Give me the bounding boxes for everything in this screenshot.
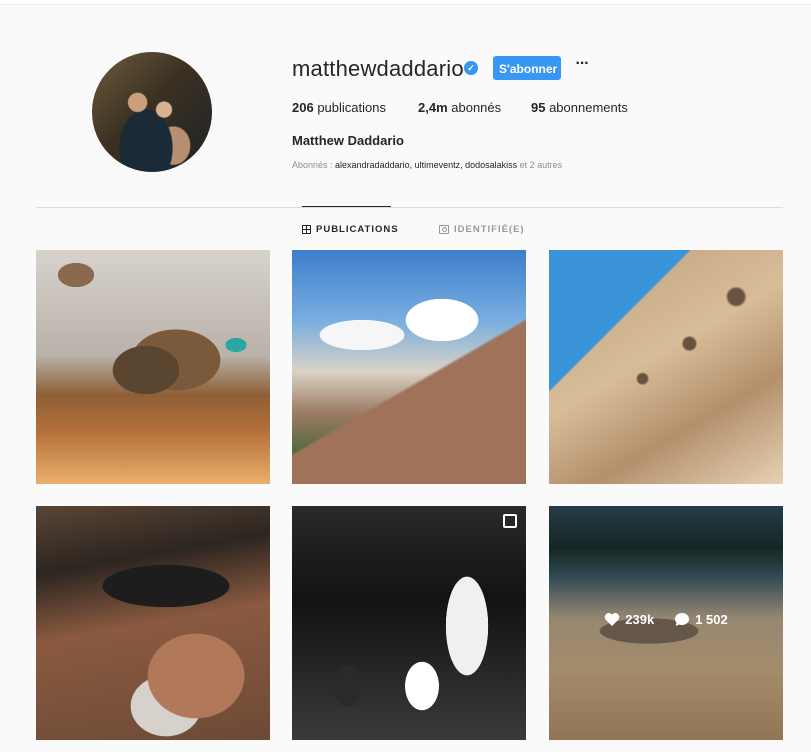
followed-by-suffix: et 2 autres <box>517 160 563 170</box>
following-label: abonnements <box>545 100 628 115</box>
comments-count: 1 502 <box>695 612 728 627</box>
followed-by-prefix: Abonnés : <box>292 160 336 170</box>
followers-stat[interactable]: 2,4m abonnés <box>418 100 501 115</box>
heart-icon <box>605 613 620 626</box>
posts-label: publications <box>313 100 386 115</box>
profile-full-name: Matthew Daddario <box>292 133 404 148</box>
post-stats-overlay: 239k 1 502 <box>549 612 783 627</box>
active-tab-indicator <box>302 206 391 207</box>
post-seal-beach[interactable]: 239k 1 502 <box>549 506 783 740</box>
profile-avatar[interactable] <box>92 52 212 172</box>
post-skier-portrait[interactable] <box>36 506 270 740</box>
followed-by-line[interactable]: Abonnés : alexandradaddario, ultimeventz… <box>292 160 562 170</box>
verified-badge-icon: ✓ <box>464 61 478 75</box>
carousel-icon <box>503 514 517 528</box>
followers-count: 2,4m <box>418 100 448 115</box>
tab-publications[interactable]: PUBLICATIONS <box>302 224 399 235</box>
likes-count: 239k <box>625 612 655 627</box>
comments-stat: 1 502 <box>674 612 728 627</box>
tab-tagged-label: IDENTIFIÉ(E) <box>454 224 525 235</box>
top-bar <box>0 0 811 5</box>
post-wedding-party[interactable] <box>292 506 526 740</box>
comment-icon <box>675 613 690 626</box>
tagged-icon <box>439 225 449 234</box>
followed-by-accounts[interactable]: alexandradaddario, ultimeventz, dodosala… <box>335 160 517 170</box>
more-options-icon[interactable]: ··· <box>572 56 592 77</box>
following-stat[interactable]: 95 abonnements <box>531 100 628 115</box>
grid-icon <box>302 225 311 234</box>
profile-username: matthewdaddario <box>292 56 464 81</box>
tabs-divider <box>36 207 783 208</box>
tab-tagged[interactable]: IDENTIFIÉ(E) <box>439 224 525 235</box>
posts-count-stat: 206 publications <box>292 100 386 115</box>
likes-stat: 239k <box>604 612 654 627</box>
tab-publications-label: PUBLICATIONS <box>316 224 399 235</box>
follow-button[interactable]: S'abonner <box>493 56 561 80</box>
following-count: 95 <box>531 100 546 115</box>
followers-label: abonnés <box>447 100 502 115</box>
post-canyon[interactable] <box>292 250 526 484</box>
posts-count: 206 <box>292 100 314 115</box>
post-rock-cliff[interactable] <box>549 250 783 484</box>
post-dog[interactable] <box>36 250 270 484</box>
